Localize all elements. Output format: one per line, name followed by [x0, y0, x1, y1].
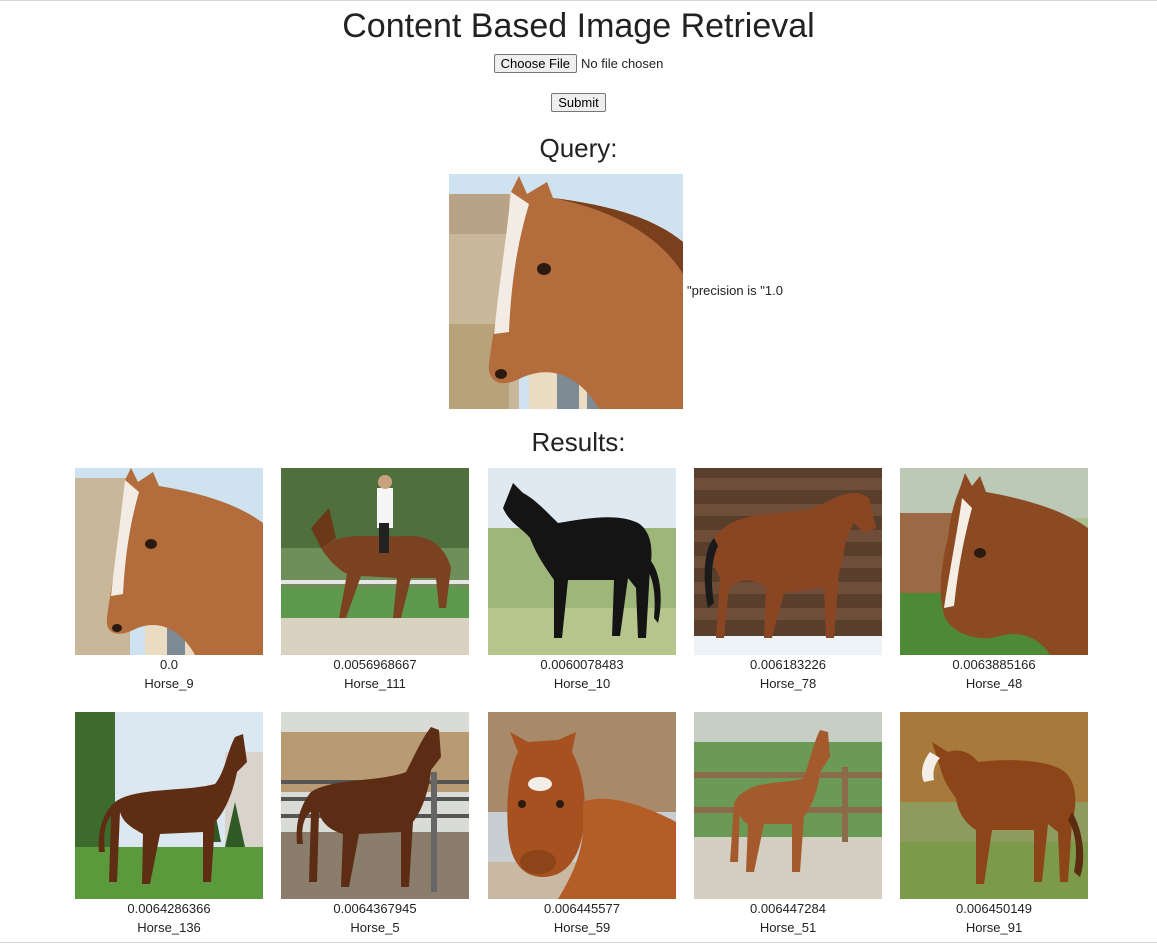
result-label: Horse_59 — [553, 920, 611, 935]
choose-file-button[interactable]: Choose File — [493, 54, 577, 73]
submit-row: Submit — [0, 93, 1157, 112]
result-item[interactable]: 0.006445577 Horse_59 — [488, 712, 676, 937]
upload-row: Choose File No file chosen — [0, 54, 1157, 73]
result-image[interactable] — [488, 712, 676, 899]
page-title: Content Based Image Retrieval — [342, 7, 815, 45]
result-score: 0.006447284 — [750, 901, 826, 916]
result-item[interactable]: 0.006447284 Horse_51 — [694, 712, 882, 937]
result-image[interactable] — [694, 712, 882, 899]
results-heading: Results: — [531, 427, 626, 457]
result-score: 0.0056968667 — [333, 657, 417, 672]
result-item[interactable]: 0.0063885166 Horse_48 — [900, 468, 1088, 693]
result-item[interactable]: 0.006183226 Horse_78 — [694, 468, 882, 693]
result-score: 0.006183226 — [750, 657, 826, 672]
result-label: Horse_51 — [759, 920, 817, 935]
result-score: 0.0064286366 — [127, 901, 211, 916]
result-label: Horse_5 — [350, 920, 400, 935]
result-label: Horse_10 — [553, 676, 611, 691]
result-label: Horse_111 — [344, 676, 406, 691]
file-status-text: No file chosen — [580, 56, 664, 71]
result-score: 0.0063885166 — [952, 657, 1036, 672]
result-score: 0.0060078483 — [540, 657, 624, 672]
result-label: Horse_9 — [144, 676, 194, 691]
result-image[interactable] — [75, 468, 263, 655]
query-image — [449, 174, 683, 409]
result-score: 0.006450149 — [956, 901, 1032, 916]
result-item[interactable]: 0.0056968667 Horse_111 — [281, 468, 469, 693]
result-item[interactable]: 0.0060078483 Horse_10 — [488, 468, 676, 693]
result-item[interactable]: 0.006450149 Horse_91 — [900, 712, 1088, 937]
result-item[interactable]: 0.0 Horse_9 — [75, 468, 263, 693]
result-score: 0.0 — [159, 657, 179, 672]
result-label: Horse_91 — [965, 920, 1023, 935]
query-heading: Query: — [539, 133, 618, 163]
result-image[interactable] — [281, 712, 469, 899]
result-score: 0.0064367945 — [333, 901, 417, 916]
precision-text: "precision is "1.0 — [687, 283, 783, 298]
result-label: Horse_136 — [137, 920, 201, 935]
result-score: 0.006445577 — [544, 901, 620, 916]
result-image[interactable] — [900, 468, 1088, 655]
result-image[interactable] — [488, 468, 676, 655]
result-image[interactable] — [900, 712, 1088, 899]
result-item[interactable]: 0.0064286366 Horse_136 — [75, 712, 263, 937]
result-image[interactable] — [75, 712, 263, 899]
top-border — [0, 0, 1157, 4]
result-label: Horse_78 — [759, 676, 817, 691]
result-label: Horse_48 — [965, 676, 1023, 691]
result-image[interactable] — [281, 468, 469, 655]
result-image[interactable] — [694, 468, 882, 655]
result-item[interactable]: 0.0064367945 Horse_5 — [281, 712, 469, 937]
submit-button[interactable]: Submit — [551, 93, 606, 112]
